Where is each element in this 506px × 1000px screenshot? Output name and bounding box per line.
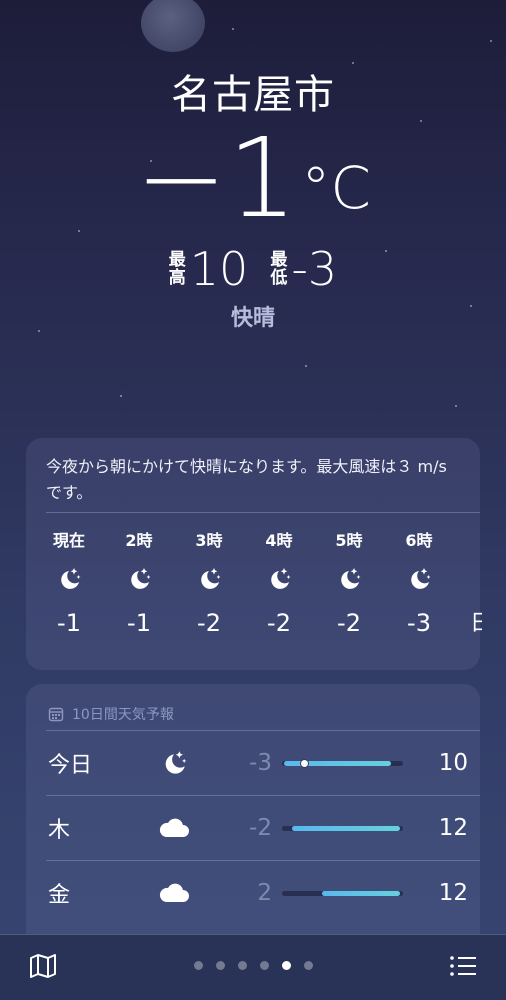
forecast-high: 12 [438,815,468,841]
temperature-unit: °C [301,154,371,222]
hour-time: 現在 [52,531,85,550]
forecast-day: 金 [48,883,71,908]
cloud-icon [132,881,216,905]
hour-temp: -2 [197,609,221,637]
hourly-summary: 今夜から朝にかけて快晴になります。最大風速は３ m/sです。 [46,457,447,502]
hour-item-cutoff: 日 [470,611,482,636]
temperature-range-fill [291,825,401,831]
hour-time: 4時 [265,531,293,550]
moon-stars-icon [132,748,216,778]
moon-stars-icon [125,553,153,605]
hour-temp: -1 [127,609,151,637]
forecast-row[interactable]: 今日 -3 10 [46,731,480,795]
page-dot[interactable] [303,961,313,970]
moon-stars-icon [265,553,293,605]
page-dot[interactable] [237,961,247,970]
page-indicator[interactable] [0,961,506,970]
high-temperature: 10 [189,242,249,296]
hourly-forecast-card[interactable]: 今夜から朝にかけて快晴になります。最大風速は３ m/sです。 現在 -1 2時 … [26,438,482,670]
cloud-icon [132,816,216,840]
page-dot[interactable] [193,961,203,970]
hour-time: 6時 [405,531,433,550]
hour-item: 現在 -1 [34,527,104,641]
temperature-range-bar [281,825,403,831]
bottom-toolbar [0,934,506,1000]
moon-graphic [141,0,205,52]
low-group: 最 低 -3 [270,242,337,296]
hour-item: 5時 -2 [314,527,384,641]
page-dot[interactable] [215,961,225,970]
temperature-range-bar [281,890,403,896]
hour-time: 2時 [125,531,153,550]
temperature-range-bar [281,758,403,768]
city-name: 名古屋市 [171,72,335,118]
temperature-range-fill [321,890,401,896]
moon-stars-icon [335,553,363,605]
forecast-header: 10日間天気予報 [26,684,480,730]
hour-temp: -1 [57,609,81,637]
forecast-low: 2 [257,880,272,906]
calendar-icon [48,706,64,722]
high-low: 最 高 10 最 低 -3 [0,242,506,296]
hour-time: 3時 [195,531,223,550]
moon-stars-icon [195,553,223,605]
current-temperature: −1°C [0,118,506,238]
forecast-low: -3 [249,750,272,776]
current-temperature-marker [299,758,309,768]
hour-item: 2時 -1 [104,527,174,641]
high-group: 最 高 10 [169,242,249,296]
forecast-high: 10 [438,750,468,776]
forecast-row[interactable]: 金 2 12 [46,861,480,925]
high-label: 最 高 [169,251,186,287]
moon-stars-icon [55,553,83,605]
ten-day-forecast-card[interactable]: 10日間天気予報 今日 -3 10 木 -2 12 金 2 12 [26,684,480,939]
forecast-row[interactable]: 木 -2 12 [46,796,480,860]
hour-temp: -3 [407,609,431,637]
hour-item: 6時 -3 [384,527,454,641]
high-label-top: 最 [168,250,186,270]
page-dot[interactable] [259,961,269,970]
forecast-day: 木 [48,818,71,843]
list-icon[interactable] [448,951,478,985]
hour-time: 5時 [335,531,363,550]
hourly-list[interactable]: 現在 -1 2時 -1 3時 -2 4時 -2 5時 -2 6時 -3 日 [26,513,482,641]
page-dot[interactable] [281,961,291,970]
hour-temp: -2 [337,609,361,637]
hour-item: 4時 -2 [244,527,314,641]
low-label-top: 最 [270,250,288,270]
forecast-low: -2 [249,815,272,841]
low-temperature: -3 [291,242,338,296]
high-label-bottom: 高 [168,268,186,288]
condition-text: 快晴 [230,306,275,331]
forecast-title: 10日間天気予報 [72,707,174,723]
forecast-day: 今日 [48,753,93,778]
moon-stars-icon [405,553,433,605]
hour-temp: -2 [267,609,291,637]
hour-item: 3時 -2 [174,527,244,641]
low-label: 最 低 [270,251,287,287]
current-temperature-value: −1 [135,114,298,242]
forecast-high: 12 [438,880,468,906]
low-label-bottom: 低 [270,268,288,288]
